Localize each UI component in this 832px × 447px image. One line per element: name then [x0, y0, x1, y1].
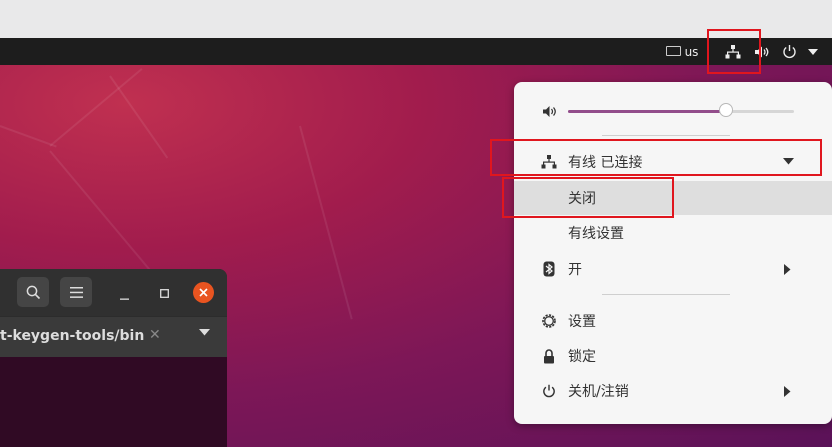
chevron-right-icon: [784, 264, 791, 275]
terminal-minimize-button[interactable]: [115, 286, 133, 300]
terminal-tab[interactable]: t-keygen-tools/bin ✕: [0, 317, 227, 357]
tab-close-icon[interactable]: ✕: [149, 327, 161, 343]
chevron-right-icon: [784, 386, 791, 397]
wallpaper-line: [109, 75, 169, 159]
chevron-down-icon: [783, 158, 794, 165]
dropdown-arrow-icon: [808, 48, 818, 55]
wired-off-item[interactable]: 关闭: [514, 181, 832, 215]
keyboard-layout-label: us: [684, 44, 699, 59]
volume-slider-fill: [568, 110, 727, 113]
keyboard-icon: [665, 45, 681, 56]
terminal-body[interactable]: [0, 357, 227, 447]
wired-connection-item[interactable]: 有线 已连接: [514, 145, 832, 179]
wired-off-label: 关闭: [568, 191, 596, 207]
wallpaper-line: [299, 125, 353, 320]
network-wired-icon: [541, 154, 557, 170]
terminal-window: t-keygen-tools/bin ✕: [0, 269, 227, 447]
wired-settings-label: 有线设置: [568, 226, 624, 242]
search-icon: [26, 285, 40, 299]
lock-item[interactable]: 锁定: [514, 339, 832, 373]
volume-icon: [541, 103, 557, 119]
lock-label: 锁定: [568, 349, 596, 365]
wallpaper-line: [49, 68, 143, 147]
terminal-tab-title: t-keygen-tools/bin: [0, 328, 145, 344]
volume-slider[interactable]: [568, 103, 794, 117]
lock-icon: [541, 348, 557, 364]
power-icon: [541, 383, 557, 399]
gear-icon: [541, 313, 557, 329]
power-indicator[interactable]: [778, 38, 800, 65]
terminal-search-button[interactable]: [17, 277, 49, 307]
keyboard-layout-indicator[interactable]: us: [662, 38, 702, 65]
network-wired-icon: [725, 44, 741, 58]
power-icon: [782, 45, 796, 59]
settings-item[interactable]: 设置: [514, 304, 832, 338]
wired-connection-label: 有线 已连接: [568, 155, 643, 171]
close-icon: [199, 288, 208, 297]
terminal-headerbar: [0, 269, 227, 316]
power-off-label: 关机/注销: [568, 384, 629, 400]
separator: [602, 294, 730, 295]
settings-label: 设置: [568, 314, 596, 330]
terminal-menu-button[interactable]: [60, 277, 92, 307]
system-menu-arrow[interactable]: [804, 38, 822, 65]
minimize-icon: [119, 298, 129, 300]
system-menu: 有线 已连接 关闭 有线设置 开 设置 锁定 关机/注销: [514, 82, 832, 424]
tab-dropdown-icon[interactable]: [199, 329, 210, 336]
bluetooth-item[interactable]: 开: [514, 252, 832, 286]
volume-icon: [755, 46, 769, 57]
bluetooth-icon: [541, 261, 557, 277]
power-off-item[interactable]: 关机/注销: [514, 374, 832, 408]
volume-slider-knob[interactable]: [719, 103, 734, 117]
terminal-close-button[interactable]: [193, 282, 214, 303]
top-panel: us: [0, 38, 832, 65]
volume-indicator[interactable]: [751, 38, 773, 65]
separator: [602, 135, 730, 136]
terminal-maximize-button[interactable]: [155, 286, 173, 300]
volume-row: [514, 94, 832, 128]
network-indicator[interactable]: [722, 38, 744, 65]
window-titlebar-strip: [0, 0, 832, 38]
bluetooth-label: 开: [568, 262, 582, 278]
hamburger-menu-icon: [69, 286, 83, 298]
wired-settings-item[interactable]: 有线设置: [514, 216, 832, 250]
wallpaper-line: [0, 125, 57, 148]
maximize-icon: [159, 288, 169, 298]
